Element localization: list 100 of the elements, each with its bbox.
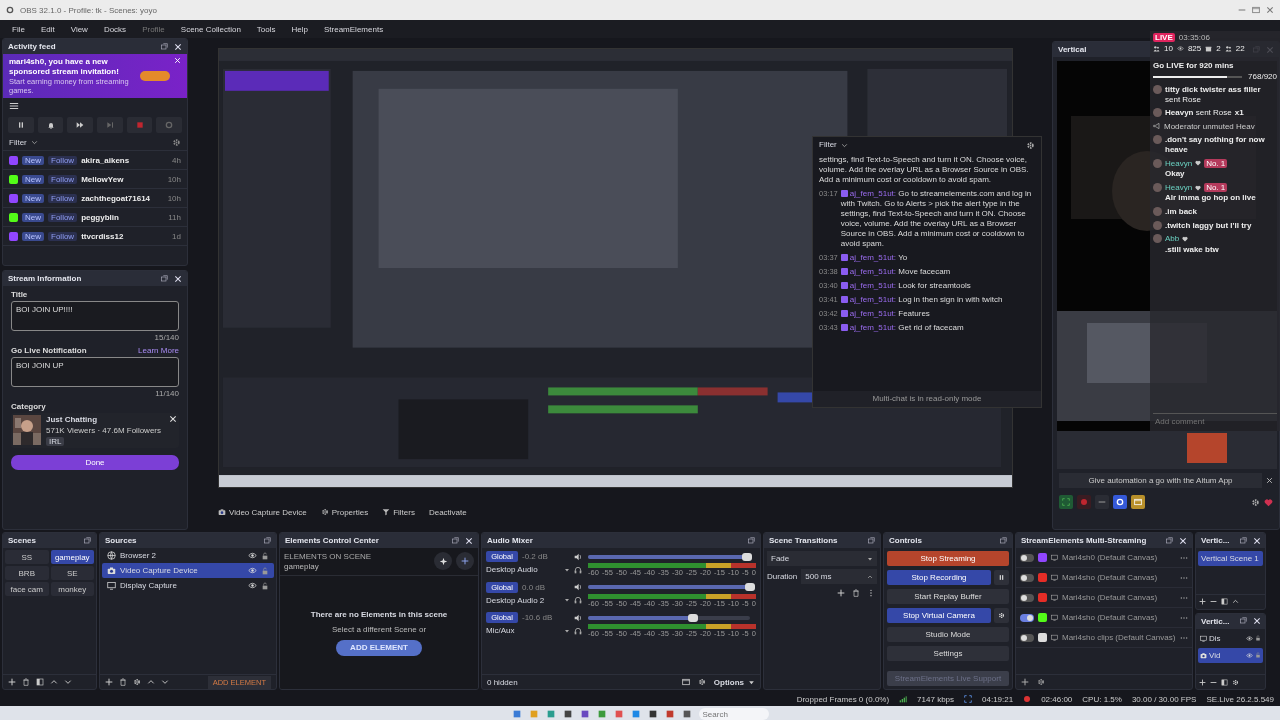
menu-item[interactable]: Help	[283, 24, 316, 34]
undock-icon[interactable]	[867, 536, 875, 545]
caret-icon[interactable]	[564, 566, 570, 573]
toolbar-button[interactable]: Video Capture Device	[218, 507, 307, 517]
control-button[interactable]: Studio Mode	[887, 627, 1009, 642]
transition-dropdown[interactable]: Fade	[767, 551, 877, 566]
control-button[interactable]: Stop Streaming	[887, 551, 1009, 566]
filter-dropdown[interactable]: Filter	[9, 138, 27, 148]
settings-icon[interactable]	[697, 678, 706, 686]
search-field[interactable]: Search	[698, 708, 769, 720]
control-button[interactable]: Stop Virtual Camera	[887, 608, 991, 623]
undock-icon[interactable]	[1165, 536, 1173, 545]
add-icon[interactable]	[8, 678, 16, 686]
source-item[interactable]: Display Capture	[102, 578, 274, 593]
toggle-switch[interactable]	[1020, 613, 1034, 622]
control-button[interactable]: Stop Recording	[887, 570, 991, 585]
layout-icon[interactable]	[1221, 678, 1228, 686]
lock-icon[interactable]	[261, 566, 269, 575]
undock-icon[interactable]	[160, 42, 168, 51]
undock-icon[interactable]	[999, 536, 1007, 545]
scene-button[interactable]: monkey	[50, 582, 94, 596]
eye-icon[interactable]	[1246, 634, 1253, 642]
scene-button[interactable]: SE	[50, 566, 94, 580]
duration-field[interactable]: 500 ms	[801, 569, 877, 584]
spin-up-icon[interactable]	[867, 573, 873, 580]
menu-item[interactable]: View	[62, 24, 96, 34]
settings-icon[interactable]	[1251, 497, 1260, 507]
undock-icon[interactable]	[83, 536, 91, 545]
text-area[interactable]: BOI JOIN UP	[11, 357, 179, 387]
add-element-button[interactable]: ADD ELEMENT	[336, 639, 422, 656]
scene-button[interactable]: gameplay	[50, 550, 94, 564]
layout-icon[interactable]	[681, 678, 690, 686]
menu-item[interactable]: StreamElements	[316, 24, 392, 34]
eye-icon[interactable]	[248, 551, 257, 560]
settings-icon[interactable]	[133, 678, 141, 686]
eye-icon[interactable]	[248, 581, 257, 590]
delete-icon[interactable]	[22, 678, 30, 686]
pause-button[interactable]	[994, 570, 1009, 585]
speaker-icon[interactable]	[574, 583, 582, 591]
lock-icon[interactable]	[261, 581, 269, 590]
scene-item[interactable]: Vertical Scene 1	[1198, 551, 1263, 566]
layout-icon[interactable]	[36, 678, 44, 686]
menu-item[interactable]: File	[4, 24, 33, 34]
layout-icon[interactable]	[1221, 598, 1228, 605]
add-icon[interactable]	[1199, 678, 1206, 686]
undock-icon[interactable]	[747, 536, 755, 545]
app-icon[interactable]	[562, 709, 573, 719]
delete-icon[interactable]	[852, 589, 860, 597]
headphones-icon[interactable]	[574, 626, 582, 635]
speaker-icon[interactable]	[574, 552, 582, 561]
eye-icon[interactable]	[248, 566, 257, 575]
menu-icon[interactable]	[9, 101, 19, 112]
scene-button[interactable]: SS	[5, 550, 49, 564]
toolbar-button[interactable]	[1113, 495, 1127, 509]
menu-item[interactable]: Scene Collection	[172, 24, 249, 34]
settings-icon[interactable]	[1232, 678, 1239, 686]
toolbar-button[interactable]: Properties	[320, 507, 369, 517]
undock-icon[interactable]	[263, 536, 271, 545]
menu-item[interactable]: Docks	[95, 24, 135, 34]
magic-button[interactable]	[434, 552, 452, 570]
add-icon[interactable]	[105, 678, 113, 686]
move-up-icon[interactable]	[1232, 598, 1239, 605]
toolbar-button[interactable]	[37, 117, 64, 134]
settings-button[interactable]	[994, 608, 1009, 623]
text-area[interactable]: BOI JOIN UP!!!!	[11, 301, 179, 331]
source-item[interactable]: Vid	[1198, 647, 1263, 663]
scene-button[interactable]: BRB	[5, 566, 49, 580]
headphones-icon[interactable]	[574, 565, 582, 574]
caret-icon[interactable]	[564, 597, 570, 604]
toolbar-button[interactable]: Deactivate	[428, 507, 467, 517]
heart-icon[interactable]	[1264, 497, 1273, 507]
close-icon[interactable]	[1266, 477, 1273, 484]
menu-item[interactable]: Tools	[248, 24, 284, 34]
lock-icon[interactable]	[1255, 635, 1261, 641]
source-item[interactable]: Browser 2	[102, 548, 274, 563]
add-icon[interactable]	[837, 589, 845, 597]
offer-button[interactable]	[140, 71, 170, 82]
slider-thumb[interactable]	[741, 552, 752, 561]
settings-icon[interactable]	[172, 138, 181, 148]
lock-icon[interactable]	[261, 551, 269, 560]
remove-icon[interactable]	[169, 415, 177, 423]
settings-icon[interactable]	[1026, 140, 1035, 150]
done-button[interactable]: Done	[11, 455, 179, 470]
slider-thumb[interactable]	[688, 613, 699, 622]
toolbar-button[interactable]	[8, 117, 34, 134]
more-icon[interactable]	[867, 589, 875, 597]
app-icon[interactable]	[664, 709, 675, 719]
app-icon[interactable]	[647, 709, 658, 719]
undock-icon[interactable]	[1239, 617, 1248, 625]
add-icon[interactable]	[1021, 678, 1029, 686]
app-icon[interactable]	[579, 709, 590, 719]
move-up-icon[interactable]	[147, 678, 155, 686]
move-up-icon[interactable]	[50, 678, 58, 686]
remove-icon[interactable]	[1210, 598, 1217, 605]
slider-thumb[interactable]	[745, 583, 755, 591]
toggle-switch[interactable]	[1020, 553, 1034, 562]
toolbar-button[interactable]: Filters	[382, 507, 415, 517]
toolbar-button[interactable]	[67, 117, 93, 134]
filter-dropdown[interactable]: Filter	[819, 140, 837, 150]
source-item[interactable]: Dis	[1198, 630, 1263, 646]
